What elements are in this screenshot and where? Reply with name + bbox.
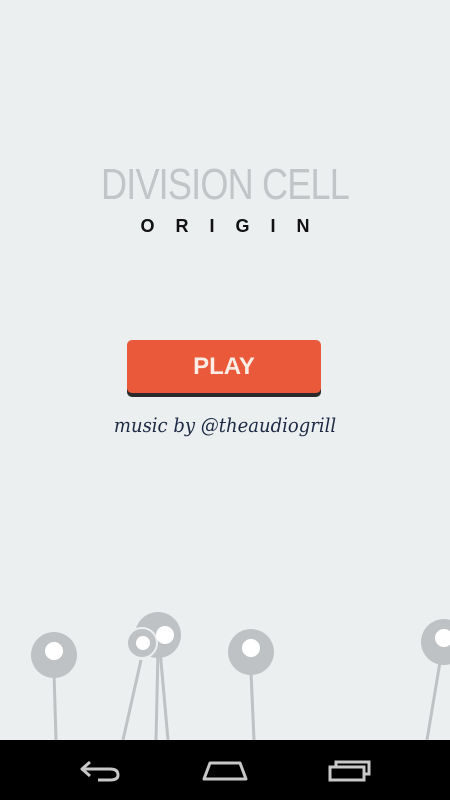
back-button[interactable]	[50, 740, 150, 800]
game-screen: DIVISION CELL ORIGIN PLAY music by @thea…	[0, 0, 450, 740]
music-credit: music by @theaudiogrill	[113, 413, 337, 437]
cell-4	[421, 619, 450, 665]
cell-1	[31, 632, 77, 678]
play-button[interactable]: PLAY	[127, 340, 321, 393]
home-icon	[202, 761, 248, 781]
cell-decorations	[31, 612, 450, 740]
home-button[interactable]	[175, 740, 275, 800]
game-subtitle: ORIGIN	[140, 216, 331, 236]
navigation-bar	[0, 740, 450, 800]
game-title: DIVISION CELL	[101, 160, 350, 209]
cell-2	[126, 612, 181, 659]
recent-apps-icon	[328, 760, 371, 782]
cell-3	[228, 629, 274, 675]
recent-apps-button[interactable]	[300, 740, 400, 800]
back-icon	[80, 760, 120, 782]
